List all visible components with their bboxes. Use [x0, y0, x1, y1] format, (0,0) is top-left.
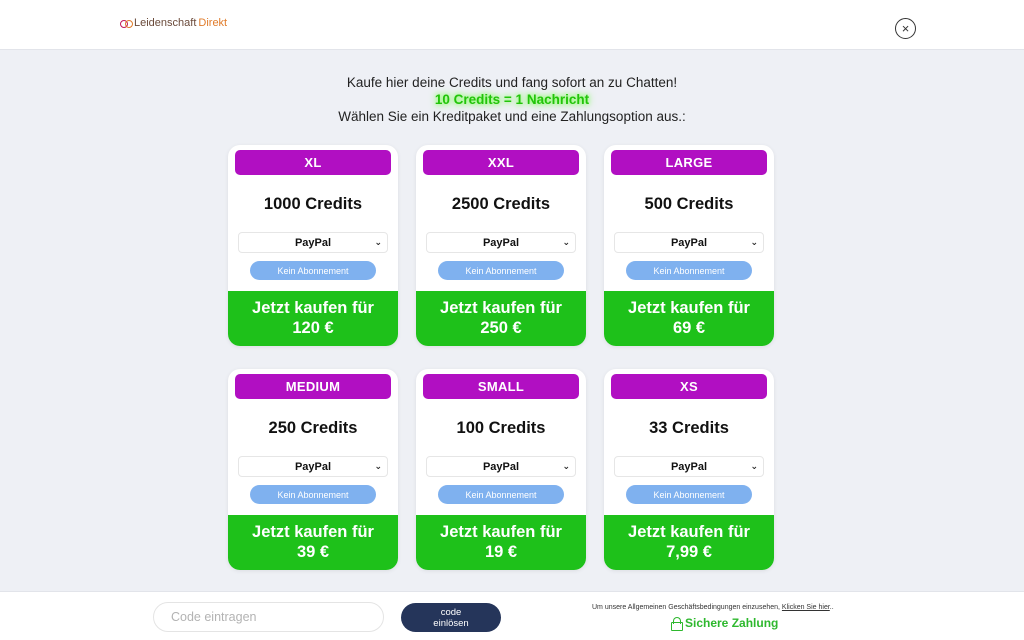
logo[interactable]: Leidenschaft Direkt — [120, 17, 227, 29]
payment-select[interactable]: PayPal ⌄ — [426, 456, 576, 477]
package-card: LARGE 500 Credits PayPal ⌄ Kein Abonneme… — [604, 145, 774, 346]
buy-button[interactable]: Jetzt kaufen für 39 € — [228, 515, 398, 570]
buy-button[interactable]: Jetzt kaufen für 19 € — [416, 515, 586, 570]
buy-button[interactable]: Jetzt kaufen für 250 € — [416, 291, 586, 346]
code-input[interactable] — [153, 602, 384, 632]
package-badge: XXL — [423, 150, 579, 175]
payment-select[interactable]: PayPal ⌄ — [614, 456, 764, 477]
secure-payment-badge: Sichere Zahlung — [671, 616, 779, 631]
logo-text-accent: Direkt — [198, 17, 228, 29]
payment-select[interactable]: PayPal ⌄ — [614, 232, 764, 253]
buy-price: 39 € — [296, 543, 330, 561]
payment-select[interactable]: PayPal ⌄ — [426, 232, 576, 253]
buy-button[interactable]: Jetzt kaufen für 69 € — [604, 291, 774, 346]
subscription-option[interactable]: Kein Abonnement — [626, 485, 752, 504]
payment-select-value: PayPal — [670, 236, 708, 249]
buy-price: 7,99 € — [666, 543, 712, 561]
chevron-down-icon: ⌄ — [374, 237, 382, 247]
buy-button[interactable]: Jetzt kaufen für 7,99 € — [604, 515, 774, 570]
package-credits: 250 Credits — [268, 419, 358, 437]
logo-mark-icon — [120, 19, 133, 28]
package-badge: LARGE — [611, 150, 767, 175]
terms-end: .. — [829, 604, 834, 611]
package-badge: SMALL — [423, 374, 579, 399]
buy-label: Jetzt kaufen für — [440, 299, 562, 317]
top-bar: Leidenschaft Direkt × — [0, 0, 1024, 50]
subscription-option[interactable]: Kein Abonnement — [250, 485, 376, 504]
buy-price: 250 € — [480, 319, 522, 337]
secure-payment-label: Sichere Zahlung — [685, 616, 779, 630]
buy-button[interactable]: Jetzt kaufen für 120 € — [228, 291, 398, 346]
buy-label: Jetzt kaufen für — [440, 523, 562, 541]
payment-select[interactable]: PayPal ⌄ — [238, 456, 388, 477]
payment-select-value: PayPal — [294, 236, 332, 249]
package-credits: 1000 Credits — [263, 195, 363, 213]
package-credits: 100 Credits — [456, 419, 546, 437]
package-card: MEDIUM 250 Credits PayPal ⌄ Kein Abonnem… — [228, 369, 398, 570]
credit-rate-highlight: 10 Credits = 1 Nachricht — [434, 92, 590, 107]
payment-select-value: PayPal — [482, 236, 520, 249]
intro-instruction: Wählen Sie ein Kreditpaket und eine Zahl… — [338, 109, 686, 124]
logo-text-primary: Leidenschaft — [134, 17, 197, 29]
close-button[interactable]: × — [895, 18, 916, 39]
package-card: XS 33 Credits PayPal ⌄ Kein Abonnement J… — [604, 369, 774, 570]
buy-price: 69 € — [672, 319, 706, 337]
subscription-option[interactable]: Kein Abonnement — [250, 261, 376, 280]
chevron-down-icon: ⌄ — [562, 237, 570, 247]
chevron-down-icon: ⌄ — [750, 461, 758, 471]
payment-select[interactable]: PayPal ⌄ — [238, 232, 388, 253]
buy-label: Jetzt kaufen für — [628, 299, 750, 317]
buy-label: Jetzt kaufen für — [628, 523, 750, 541]
lock-icon — [671, 617, 683, 631]
buy-label: Jetzt kaufen für — [252, 299, 374, 317]
redeem-code-label-line2: einlösen — [433, 618, 469, 629]
chevron-down-icon: ⌄ — [750, 237, 758, 247]
subscription-option[interactable]: Kein Abonnement — [438, 261, 564, 280]
package-credits: 2500 Credits — [451, 195, 551, 213]
terms-link[interactable]: Klicken Sie hier — [782, 604, 830, 611]
terms-notice: Um unsere Allgemeinen Geschäftsbedingung… — [592, 604, 834, 611]
terms-text: Um unsere Allgemeinen Geschäftsbedingung… — [592, 604, 780, 611]
package-card: XXL 2500 Credits PayPal ⌄ Kein Abonnemen… — [416, 145, 586, 346]
close-icon: × — [901, 21, 910, 36]
package-credits: 33 Credits — [649, 419, 729, 437]
intro-heading: Kaufe hier deine Credits und fang sofort… — [346, 75, 678, 90]
footer-bar: code einlösen Um unsere Allgemeinen Gesc… — [0, 591, 1024, 640]
package-card: XL 1000 Credits PayPal ⌄ Kein Abonnement… — [228, 145, 398, 346]
package-credits: 500 Credits — [644, 195, 734, 213]
payment-select-value: PayPal — [294, 460, 332, 473]
redeem-code-label-line1: code — [440, 607, 462, 618]
subscription-option[interactable]: Kein Abonnement — [626, 261, 752, 280]
buy-price: 19 € — [484, 543, 518, 561]
package-badge: XL — [235, 150, 391, 175]
chevron-down-icon: ⌄ — [562, 461, 570, 471]
intro-section: Kaufe hier deine Credits und fang sofort… — [0, 74, 1024, 125]
chevron-down-icon: ⌄ — [374, 461, 382, 471]
buy-label: Jetzt kaufen für — [252, 523, 374, 541]
package-card: SMALL 100 Credits PayPal ⌄ Kein Abonneme… — [416, 369, 586, 570]
redeem-code-button[interactable]: code einlösen — [401, 603, 501, 632]
package-badge: MEDIUM — [235, 374, 391, 399]
subscription-option[interactable]: Kein Abonnement — [438, 485, 564, 504]
package-badge: XS — [611, 374, 767, 399]
package-grid: XL 1000 Credits PayPal ⌄ Kein Abonnement… — [228, 145, 774, 570]
payment-select-value: PayPal — [482, 460, 520, 473]
buy-price: 120 € — [292, 319, 334, 337]
payment-select-value: PayPal — [670, 460, 708, 473]
